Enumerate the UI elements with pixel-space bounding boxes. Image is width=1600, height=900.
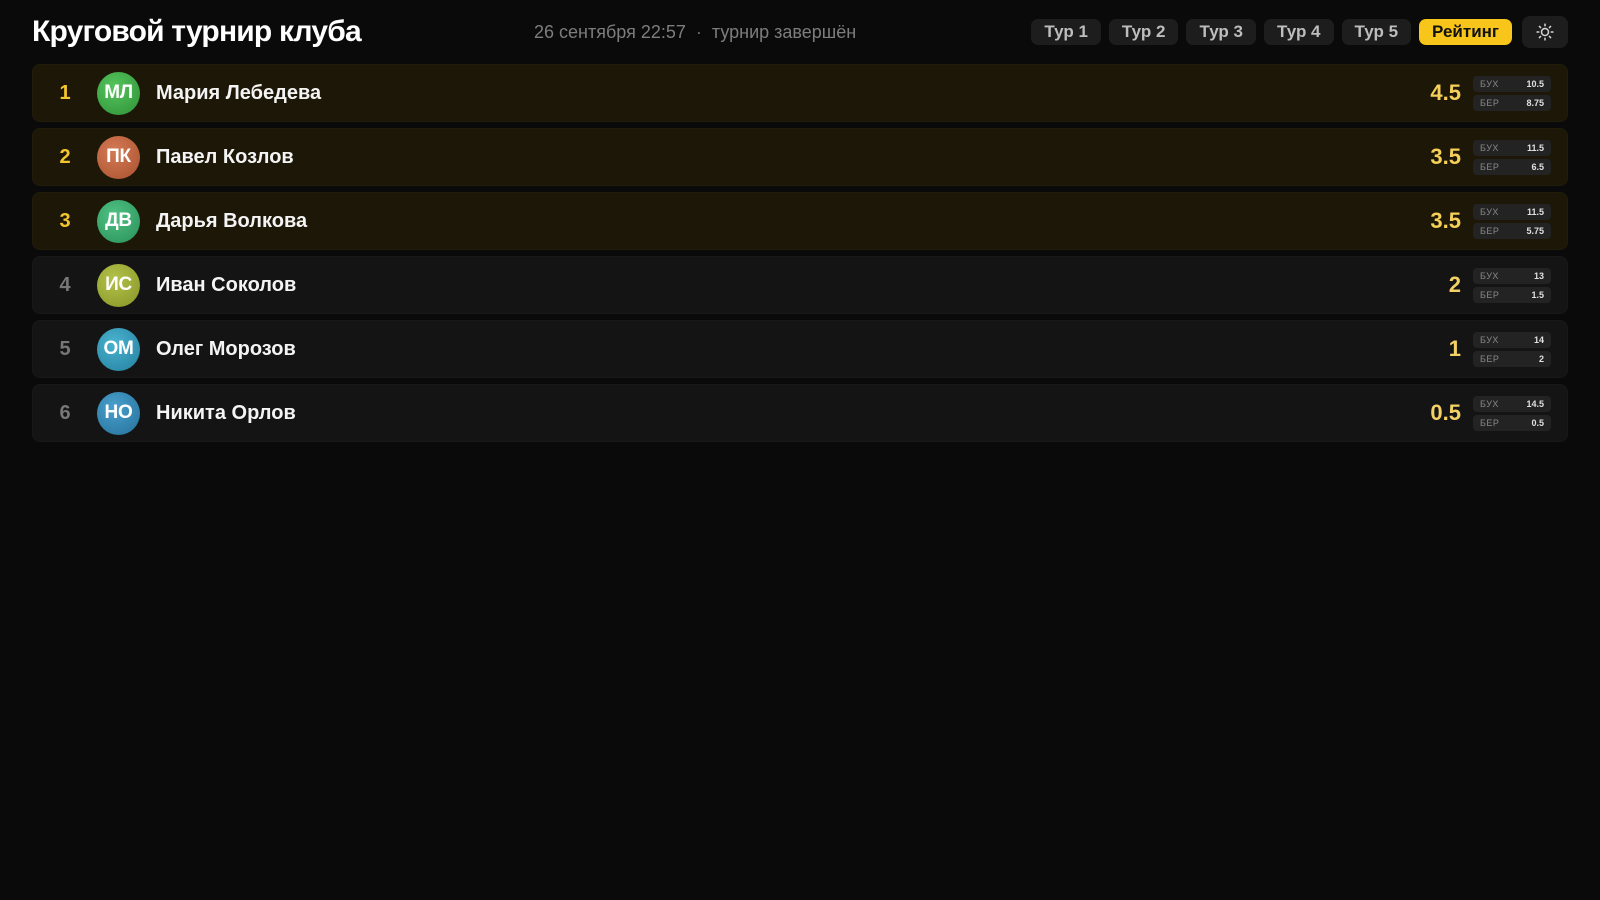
theme-toggle-button[interactable] (1522, 16, 1568, 48)
standings-row[interactable]: 4 ИС Иван Соколов 2 БУХ 13 БЕР 1.5 (32, 256, 1568, 314)
buchholz-badge: БУХ 13 (1473, 267, 1551, 284)
tournament-status: турнир завершён (711, 21, 857, 42)
avatar: НО (97, 391, 140, 435)
player-name: Павел Козлов (156, 145, 294, 168)
avatar: ОМ (97, 327, 140, 371)
berger-badge: БЕР 8.75 (1473, 94, 1551, 111)
avatar: ПК (97, 135, 140, 179)
tab-round-3[interactable]: Тур 3 (1186, 19, 1256, 45)
standings-row[interactable]: 5 ОМ Олег Морозов 1 БУХ 14 БЕР 2 (32, 320, 1568, 378)
standings-row[interactable]: 2 ПК Павел Козлов 3.5 БУХ 11.5 БЕР 6.5 (32, 128, 1568, 186)
berger-badge: БЕР 1.5 (1473, 286, 1551, 303)
round-nav: Тур 1 Тур 2 Тур 3 Тур 4 Тур 5 Рейтинг (1031, 16, 1568, 48)
rank: 4 (59, 273, 71, 296)
avatar: МЛ (97, 71, 140, 115)
score: 3.5 (1430, 144, 1461, 169)
buchholz-badge: БУХ 11.5 (1473, 203, 1551, 220)
standings-row[interactable]: 1 МЛ Мария Лебедева 4.5 БУХ 10.5 БЕР 8.75 (32, 64, 1568, 122)
rank: 2 (59, 145, 71, 168)
player-name: Олег Морозов (156, 337, 296, 360)
avatar: ДВ (97, 199, 140, 243)
tiebreaks: БУХ 11.5 БЕР 6.5 (1473, 139, 1551, 175)
standings-list: 1 МЛ Мария Лебедева 4.5 БУХ 10.5 БЕР 8.75 … (32, 64, 1568, 442)
score: 2 (1448, 272, 1461, 297)
tiebreaks: БУХ 14 БЕР 2 (1473, 331, 1551, 367)
standings-row[interactable]: 3 ДВ Дарья Волкова 3.5 БУХ 11.5 БЕР 5.75 (32, 192, 1568, 250)
berger-badge: БЕР 6.5 (1473, 158, 1551, 175)
meta-separator: · (695, 21, 702, 42)
berger-badge: БЕР 2 (1473, 350, 1551, 367)
tab-rating[interactable]: Рейтинг (1419, 19, 1512, 45)
berger-badge: БЕР 0.5 (1473, 414, 1551, 431)
avatar: ИС (97, 263, 140, 307)
player-name: Мария Лебедева (156, 81, 322, 104)
buchholz-badge: БУХ 11.5 (1473, 139, 1551, 156)
standings-row[interactable]: 6 НО Никита Орлов 0.5 БУХ 14.5 БЕР 0.5 (32, 384, 1568, 442)
player-name: Никита Орлов (156, 401, 296, 424)
sun-icon (1536, 23, 1554, 41)
rank: 6 (59, 401, 71, 424)
tab-round-1[interactable]: Тур 1 (1031, 19, 1101, 45)
buchholz-badge: БУХ 14.5 (1473, 395, 1551, 412)
rank: 1 (59, 81, 71, 104)
tiebreaks: БУХ 10.5 БЕР 8.75 (1473, 75, 1551, 111)
berger-badge: БЕР 5.75 (1473, 222, 1551, 239)
score: 0.5 (1430, 400, 1461, 425)
header: Круговой турнир клуба 26 сентября 22:57 … (32, 0, 1568, 64)
buchholz-badge: БУХ 14 (1473, 331, 1551, 348)
player-name: Иван Соколов (156, 273, 297, 296)
player-name: Дарья Волкова (156, 209, 308, 232)
tab-round-4[interactable]: Тур 4 (1263, 19, 1334, 45)
score: 1 (1448, 336, 1461, 361)
score: 4.5 (1430, 80, 1461, 105)
tiebreaks: БУХ 13 БЕР 1.5 (1473, 267, 1551, 303)
page-title: Круговой турнир клуба (32, 15, 362, 48)
rank: 5 (59, 337, 71, 360)
rank: 3 (59, 209, 71, 232)
tiebreaks: БУХ 14.5 БЕР 0.5 (1473, 395, 1551, 431)
score: 3.5 (1430, 208, 1461, 233)
buchholz-badge: БУХ 10.5 (1473, 75, 1551, 92)
tab-round-5[interactable]: Тур 5 (1341, 19, 1412, 45)
tournament-date: 26 сентября 22:57 (534, 21, 686, 42)
tournament-meta: 26 сентября 22:57 · турнир завершён (534, 0, 856, 64)
tab-round-2[interactable]: Тур 2 (1108, 19, 1179, 45)
tiebreaks: БУХ 11.5 БЕР 5.75 (1473, 203, 1551, 239)
app-root: Круговой турнир клуба 26 сентября 22:57 … (0, 0, 1600, 900)
